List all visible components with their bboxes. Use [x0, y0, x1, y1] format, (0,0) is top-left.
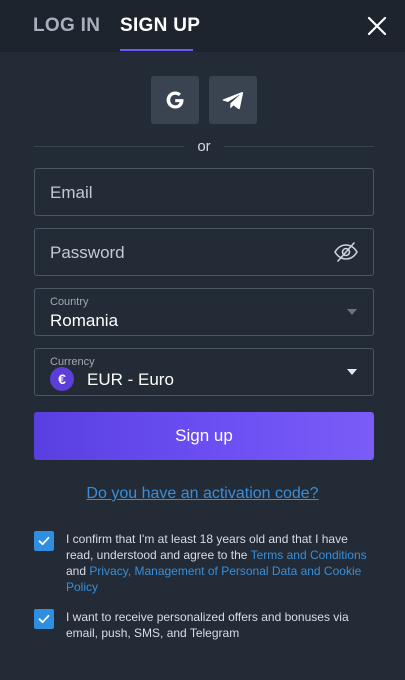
currency-value: EUR - Euro [87, 370, 174, 389]
sign-up-button[interactable]: Sign up [34, 412, 374, 460]
eye-off-icon [334, 242, 358, 262]
password-field[interactable] [34, 228, 374, 276]
telegram-login-button[interactable] [209, 76, 257, 124]
email-input[interactable] [50, 181, 320, 205]
close-icon [367, 16, 387, 36]
active-tab-indicator [120, 49, 193, 51]
divider-right [224, 146, 374, 147]
google-icon [166, 91, 184, 109]
telegram-icon [222, 92, 244, 110]
close-button[interactable] [365, 14, 389, 38]
age-consent-middle: and [66, 564, 90, 578]
password-input[interactable] [50, 241, 320, 265]
show-password-toggle[interactable] [333, 241, 359, 263]
email-field[interactable] [34, 168, 374, 216]
offers-consent-text: I want to receive personalized offers an… [66, 610, 349, 640]
terms-link[interactable]: Terms and Conditions [251, 548, 367, 562]
checkmark-icon [38, 536, 50, 546]
divider-left [34, 146, 184, 147]
country-select[interactable]: Country Romania [34, 288, 374, 336]
tab-signup[interactable]: SIGN UP [120, 15, 200, 37]
euro-icon: € [50, 367, 74, 391]
tab-login[interactable]: LOG IN [33, 15, 100, 37]
checkmark-icon [38, 614, 50, 624]
currency-select[interactable]: Currency € EUR - Euro [34, 348, 374, 396]
google-login-button[interactable] [151, 76, 199, 124]
header-bar: LOG IN SIGN UP [0, 0, 405, 52]
currency-label: Currency [50, 356, 95, 368]
or-separator: or [197, 138, 211, 155]
age-consent-checkbox[interactable] [34, 531, 54, 551]
chevron-down-icon [347, 309, 357, 315]
privacy-policy-link[interactable]: Privacy, Management of Personal Data and… [66, 564, 361, 594]
country-value: Romania [50, 311, 119, 330]
country-label: Country [50, 296, 89, 308]
chevron-down-icon [347, 369, 357, 375]
age-consent-text: I confirm that I'm at least 18 years old… [66, 531, 376, 595]
offers-consent-checkbox[interactable] [34, 609, 54, 629]
activation-code-link[interactable]: Do you have an activation code? [0, 485, 405, 503]
